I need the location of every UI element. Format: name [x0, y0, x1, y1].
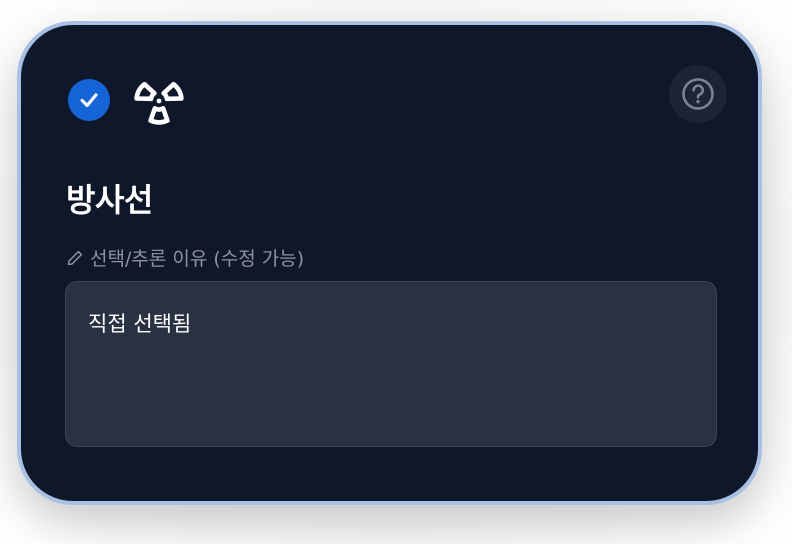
reason-textarea[interactable]: 직접 선택됨 [65, 281, 717, 447]
check-icon [80, 93, 98, 108]
selected-check-badge[interactable] [68, 79, 110, 121]
card-title: 방사선 [66, 181, 153, 219]
page-background: 방사선 선택/추론 이유 (수정 가능) 직접 선택됨 [0, 0, 792, 544]
pencil-icon [67, 250, 83, 265]
reason-label-row: 선택/추론 이유 (수정 가능) [66, 244, 304, 271]
option-card[interactable]: 방사선 선택/추론 이유 (수정 가능) 직접 선택됨 [17, 21, 762, 505]
help-button[interactable] [669, 65, 727, 123]
radiation-icon [134, 81, 184, 125]
reason-label: 선택/추론 이유 (수정 가능) [90, 248, 305, 270]
help-icon [682, 78, 714, 110]
